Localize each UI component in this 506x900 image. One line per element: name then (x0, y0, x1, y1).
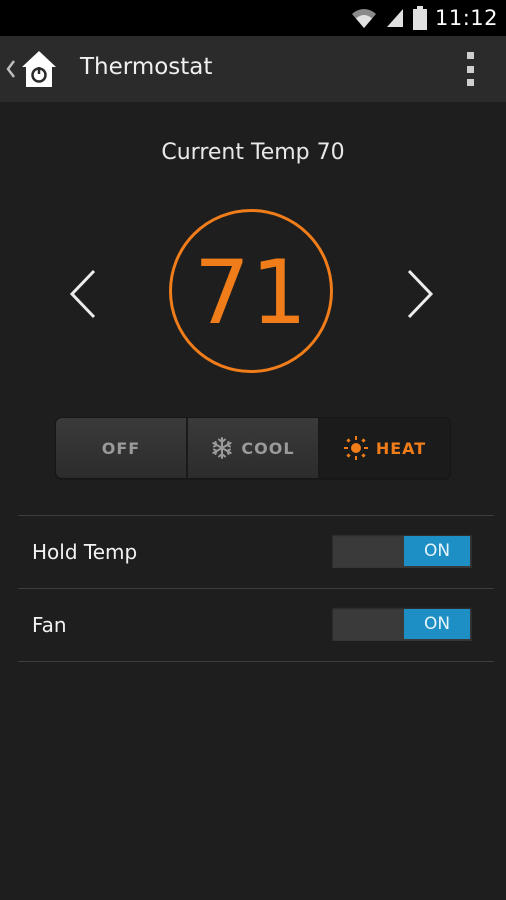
mode-off-label: OFF (101, 438, 141, 458)
signal-icon (386, 9, 403, 27)
mode-off-button[interactable]: OFF (56, 418, 188, 478)
fan-label: Fan (32, 613, 67, 637)
fan-toggle[interactable]: ON (332, 607, 472, 641)
wifi-icon (351, 9, 376, 28)
hold-temp-label: Hold Temp (32, 540, 138, 564)
page-title: Thermostat (80, 54, 213, 80)
fan-row: Fan ON (18, 589, 494, 661)
battery-icon (412, 6, 427, 30)
hold-temp-toggle[interactable]: ON (332, 534, 472, 568)
status-bar: 11:12 (0, 0, 506, 36)
mode-selector: OFF COOL HEAT (56, 418, 450, 478)
mode-cool-label: COOL (241, 438, 295, 458)
hold-temp-toggle-state: ON (404, 536, 470, 566)
current-temp-label: Current Temp 70 (161, 140, 345, 165)
action-bar: Thermostat (0, 36, 506, 102)
increase-temp-button[interactable] (405, 268, 435, 320)
setpoint-value: 71 (194, 241, 308, 344)
mode-heat-label: HEAT (375, 438, 427, 458)
decrease-temp-button[interactable] (68, 268, 98, 320)
status-time: 11:12 (434, 6, 498, 30)
overflow-menu-icon[interactable] (464, 52, 476, 86)
divider (18, 661, 494, 662)
setpoint-dial: 71 (169, 209, 333, 373)
mode-heat-button[interactable]: HEAT (320, 418, 450, 478)
home-power-icon[interactable] (20, 49, 58, 89)
sun-icon (343, 436, 368, 460)
mode-cool-button[interactable]: COOL (188, 418, 320, 478)
chevron-left-icon[interactable] (4, 58, 18, 80)
hold-temp-row: Hold Temp ON (18, 516, 494, 588)
fan-toggle-state: ON (404, 609, 470, 639)
snowflake-icon (212, 437, 233, 459)
